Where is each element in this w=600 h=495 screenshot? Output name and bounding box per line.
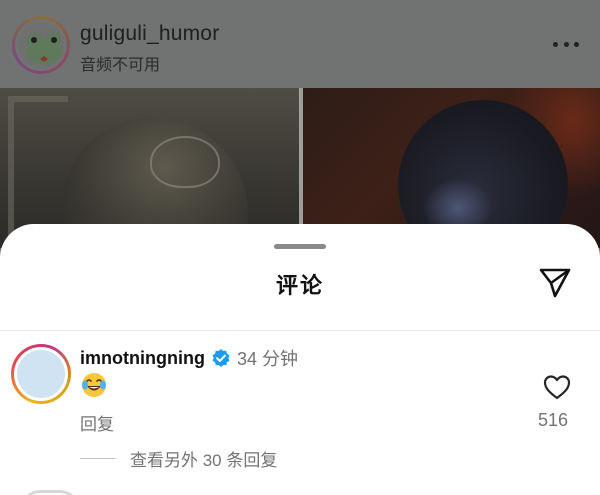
replies-divider-line bbox=[80, 458, 116, 459]
sheet-title: 评论 bbox=[275, 273, 324, 298]
post-avatar[interactable] bbox=[12, 16, 70, 74]
sheet-divider bbox=[0, 330, 600, 331]
comments-sheet: 评论 imnotningning 34 分钟 回复 516 查看另外 30 条回… bbox=[0, 224, 600, 495]
post-username[interactable]: guliguli_humor bbox=[80, 22, 219, 46]
verified-badge-icon bbox=[212, 349, 230, 367]
frog-avatar-icon bbox=[26, 33, 62, 64]
comment-timestamp: 34 分钟 bbox=[236, 349, 298, 369]
audio-unavailable-label: 音频不可用 bbox=[80, 57, 161, 74]
view-more-replies[interactable]: 查看另外 30 条回复 bbox=[80, 446, 277, 471]
post-header: guliguli_humor 音频不可用 bbox=[0, 0, 600, 88]
reply-button[interactable]: 回复 bbox=[80, 410, 114, 435]
like-count: 516 bbox=[538, 410, 569, 430]
sheet-drag-handle[interactable] bbox=[274, 244, 326, 249]
comment-header: imnotningning 34 分钟 bbox=[80, 345, 298, 371]
more-horizontal-icon[interactable] bbox=[553, 40, 579, 48]
next-comment-avatar-peek bbox=[20, 490, 80, 495]
view-more-replies-label[interactable]: 查看另外 30 条回复 bbox=[130, 446, 277, 471]
send-icon[interactable] bbox=[537, 264, 573, 300]
face-with-tears-of-joy-icon bbox=[82, 373, 106, 397]
comment-avatar[interactable] bbox=[11, 344, 71, 404]
comment-username[interactable]: imnotningning bbox=[80, 348, 205, 369]
heart-outline-icon[interactable] bbox=[543, 374, 571, 400]
